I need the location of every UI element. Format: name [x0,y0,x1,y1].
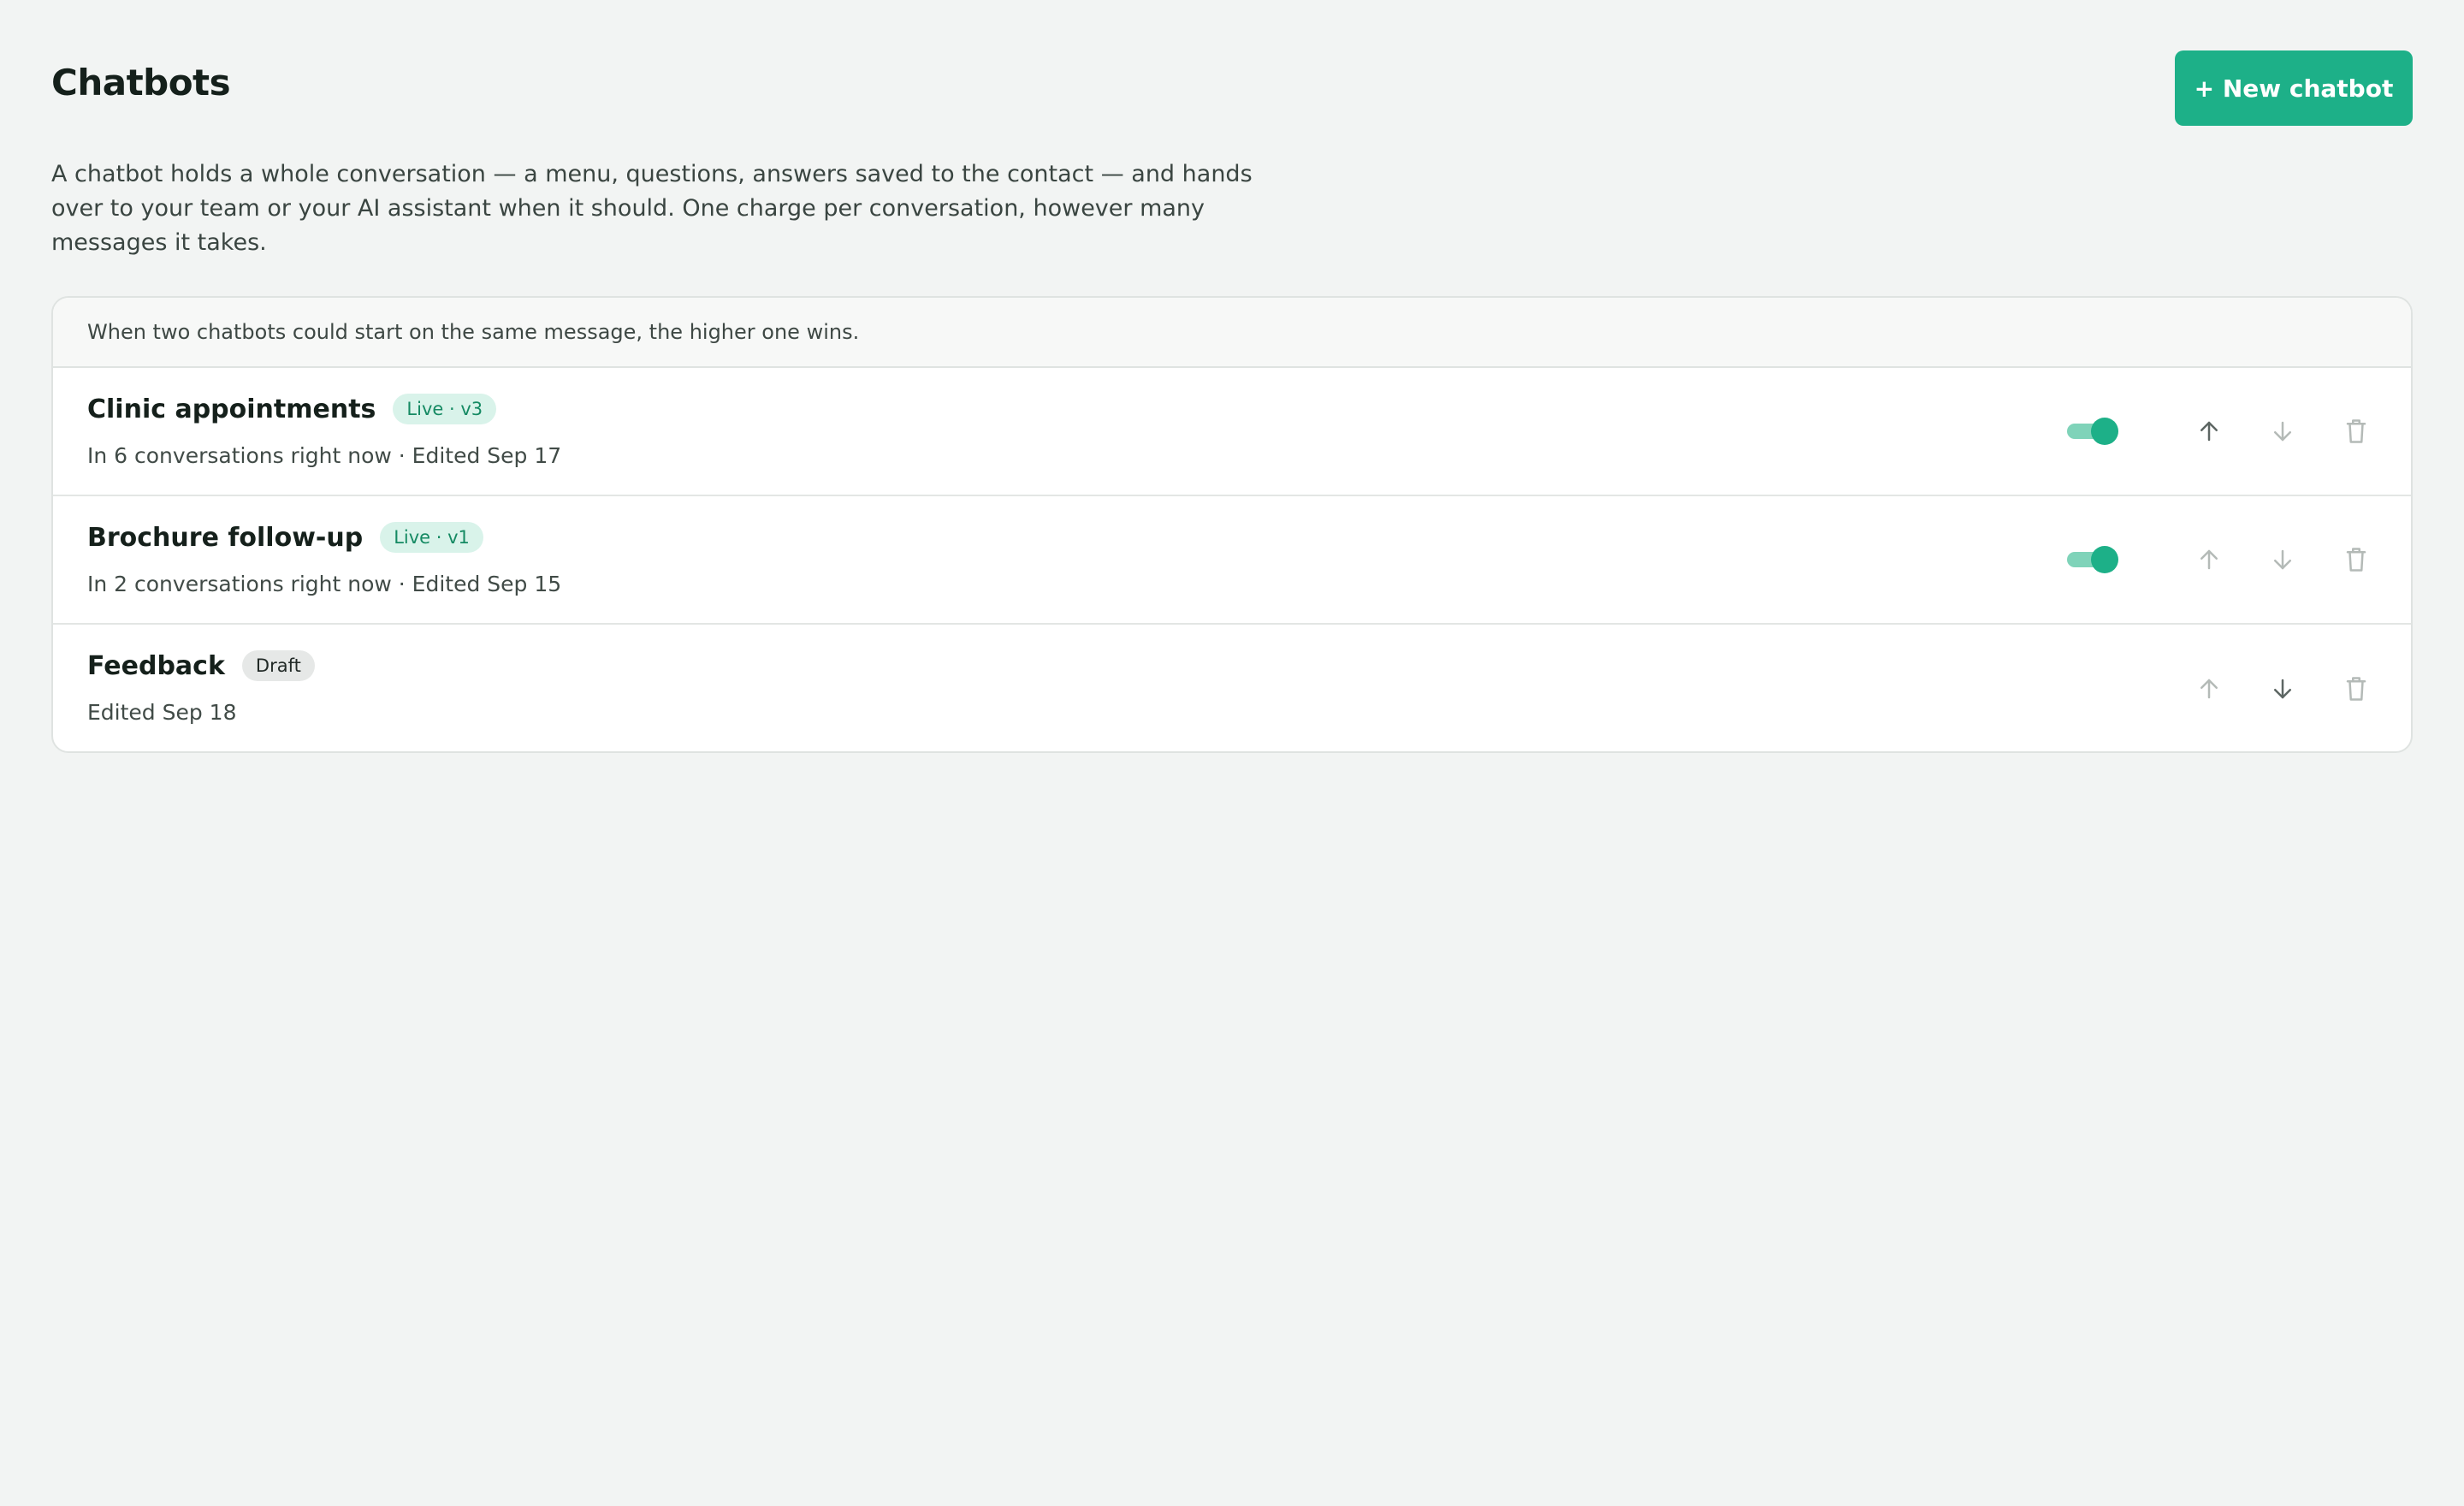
trash-icon [2346,677,2366,701]
delete-button[interactable] [2336,539,2377,580]
row-actions [2067,368,2377,495]
move-down-button[interactable] [2262,539,2303,580]
chatbot-meta: Edited Sep 18 [87,700,237,725]
arrow-up-icon [2200,549,2218,570]
move-up-button[interactable] [2189,411,2230,452]
page-title: Chatbots [51,62,231,104]
row-actions [2067,625,2377,751]
chatbot-name[interactable]: Clinic appointments [87,394,376,424]
chatbot-row[interactable]: Brochure follow-up Live · v1 In 2 conver… [53,496,2411,625]
move-up-button[interactable] [2189,539,2230,580]
arrow-down-icon [2274,679,2291,699]
arrow-down-icon [2274,421,2291,442]
move-up-button[interactable] [2189,668,2230,709]
chatbot-list: When two chatbots could start on the sam… [51,296,2413,753]
status-badge: Live · v1 [380,522,483,553]
trash-icon [2346,419,2366,443]
enabled-toggle[interactable] [2067,416,2118,447]
status-badge: Draft [241,650,315,681]
arrow-up-icon [2200,679,2218,699]
new-chatbot-button[interactable]: + New chatbot [2175,50,2413,126]
status-badge: Live · v3 [393,394,497,424]
chatbot-meta: In 2 conversations right now · Edited Se… [87,572,562,596]
enabled-toggle[interactable] [2067,544,2118,575]
move-down-button[interactable] [2262,668,2303,709]
chatbot-row[interactable]: Feedback Draft Edited Sep 18 [53,625,2411,751]
delete-button[interactable] [2336,411,2377,452]
priority-note: When two chatbots could start on the sam… [53,298,2411,368]
move-down-button[interactable] [2262,411,2303,452]
trash-icon [2346,548,2366,572]
page-intro: A chatbot holds a whole conversation — a… [51,161,1253,256]
arrow-down-icon [2274,549,2291,570]
chatbot-meta: In 6 conversations right now · Edited Se… [87,443,562,468]
row-actions [2067,496,2377,623]
delete-button[interactable] [2336,668,2377,709]
chatbot-row[interactable]: Clinic appointments Live · v3 In 6 conve… [53,368,2411,496]
chatbot-name[interactable]: Feedback [87,651,225,681]
arrow-up-icon [2200,421,2218,442]
chatbot-name[interactable]: Brochure follow-up [87,523,363,553]
